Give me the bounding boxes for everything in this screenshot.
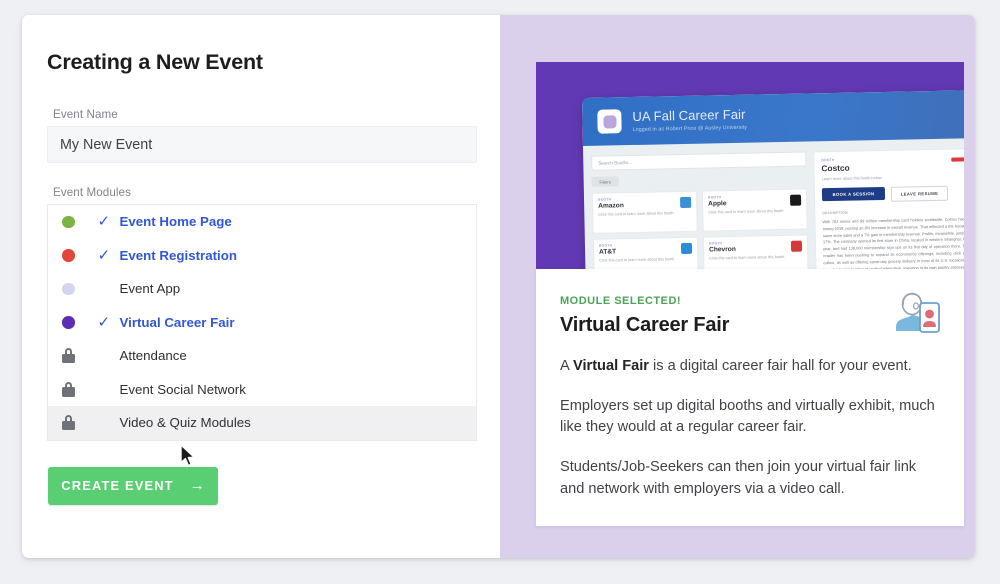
preview-app-title: UA Fall Career Fair bbox=[632, 106, 746, 124]
module-status-dot bbox=[62, 215, 75, 228]
preview-leave-resume-button: LEAVE RESUME bbox=[890, 185, 949, 202]
preview-booth-name: Apple bbox=[708, 200, 727, 208]
preview-booth-desc: Click this card to learn more about this… bbox=[708, 208, 784, 215]
module-row-virtual-career-fair[interactable]: ✓ Virtual Career Fair bbox=[48, 306, 476, 340]
event-name-input[interactable] bbox=[47, 126, 477, 163]
event-name-label: Event Name bbox=[53, 108, 118, 121]
module-row-event-app[interactable]: ✓Event App bbox=[48, 272, 476, 306]
preview-app-header: UA Fall Career Fair Logged in as Robert … bbox=[582, 89, 964, 146]
preview-booth-desc: Click this card to learn more about this… bbox=[599, 257, 675, 263]
preview-booth-detail: BOOTH Costco Learn more about this booth… bbox=[813, 148, 964, 269]
preview-detail-subtitle: Learn more about this booth below bbox=[821, 175, 882, 182]
module-label: Event App bbox=[119, 281, 181, 297]
module-info-paragraph: Employers set up digital booths and virt… bbox=[560, 398, 935, 436]
module-info-card: MODULE SELECTED! Virtual Career Fair A V… bbox=[536, 269, 964, 526]
module-row-video-quiz-modules[interactable]: ✓Video & Quiz Modules bbox=[48, 406, 476, 440]
preview-booth-logo-icon bbox=[789, 194, 802, 206]
preview-description-label: DESCRIPTION bbox=[822, 210, 848, 216]
module-label: Event Social Network bbox=[119, 381, 246, 397]
module-label: Event Registration bbox=[119, 247, 237, 263]
event-form-panel: Creating a New Event Event Name Event Mo… bbox=[22, 15, 500, 558]
check-icon: ✓ bbox=[97, 213, 111, 231]
preview-booth-card: BOOTH AT&T Click this card to learn more a… bbox=[592, 236, 699, 269]
module-label: Event Home Page bbox=[119, 214, 232, 230]
event-modules-list: ✓Event Home Page✓Event Registration✓Even… bbox=[47, 204, 477, 441]
lock-icon bbox=[61, 381, 75, 397]
preview-booth-name: AT&T bbox=[599, 248, 617, 256]
arrow-right-icon: → bbox=[189, 477, 205, 494]
check-icon: ✓ bbox=[97, 313, 111, 331]
module-info-body: A Virtual Fair is a digital career fair … bbox=[560, 356, 938, 500]
video-call-icon bbox=[896, 292, 940, 333]
preview-booth-name: Chevron bbox=[709, 245, 736, 254]
preview-filters-button: Filters bbox=[591, 176, 619, 187]
module-status-dot bbox=[62, 249, 75, 262]
preview-booth-desc: Click this card to learn more about this… bbox=[709, 254, 785, 261]
module-row-event-registration[interactable]: ✓ Event Registration bbox=[48, 239, 476, 273]
module-row-attendance[interactable]: ✓Attendance bbox=[48, 339, 476, 373]
preview-booth-logo-icon bbox=[790, 240, 803, 252]
preview-booth-card: BOOTH Amazon Click this card to learn more… bbox=[591, 190, 698, 234]
module-label: Attendance bbox=[119, 348, 187, 364]
check-icon: ✓ bbox=[97, 246, 111, 264]
lock-icon bbox=[61, 415, 75, 431]
preview-detail-logo-icon bbox=[951, 157, 964, 162]
preview-booth-name: Amazon bbox=[598, 202, 624, 210]
module-preview-panel: UA Fall Career Fair Logged in as Robert … bbox=[500, 15, 975, 558]
preview-book-session-button: BOOK A SESSION bbox=[821, 186, 886, 202]
module-info-paragraph: Students/Job-Seekers can then join your … bbox=[560, 459, 917, 497]
create-event-button[interactable]: CREATE EVENT → bbox=[48, 466, 218, 505]
module-row-event-home-page[interactable]: ✓ Event Home Page bbox=[48, 205, 476, 239]
module-status-dot bbox=[62, 316, 75, 329]
preview-booth-grid: BOOTH Amazon Click this card to learn more… bbox=[591, 188, 810, 269]
module-status-dot bbox=[62, 282, 75, 295]
preview-detail-name: Costco bbox=[821, 162, 850, 174]
preview-booth-card: BOOTH Apple Click this card to learn more … bbox=[701, 188, 808, 232]
lock-icon bbox=[61, 348, 75, 364]
module-info-title: Virtual Career Fair bbox=[560, 314, 730, 336]
preview-description-text: With 782 stores and 99 million membershi… bbox=[822, 216, 964, 269]
preview-app-logo-icon bbox=[597, 109, 622, 134]
preview-booth-card: BOOTH Chevron Click this card to learn mor… bbox=[702, 234, 809, 269]
preview-booth-logo-icon bbox=[680, 242, 693, 255]
module-preview-image: UA Fall Career Fair Logged in as Robert … bbox=[536, 62, 964, 269]
event-modules-label: Event Modules bbox=[53, 186, 131, 199]
module-label: Video & Quiz Modules bbox=[119, 415, 251, 431]
module-label: Virtual Career Fair bbox=[119, 314, 235, 330]
module-info-paragraph: A Virtual Fair is a digital career fair … bbox=[560, 358, 912, 374]
page-title: Creating a New Event bbox=[47, 50, 263, 74]
preview-search-input: Search Booths... bbox=[591, 151, 807, 171]
create-event-label: CREATE EVENT bbox=[61, 478, 174, 493]
preview-booth-desc: Click this card to learn more about this… bbox=[598, 211, 674, 217]
preview-app-subtitle: Logged in as Robert Price @ Ausley Unive… bbox=[632, 124, 748, 133]
mouse-cursor bbox=[180, 444, 195, 467]
preview-booth-logo-icon bbox=[680, 196, 692, 209]
event-creation-card: Creating a New Event Event Name Event Mo… bbox=[22, 15, 975, 558]
module-row-event-social-network[interactable]: ✓Event Social Network bbox=[48, 373, 476, 407]
module-selected-eyebrow: MODULE SELECTED! bbox=[560, 295, 682, 307]
